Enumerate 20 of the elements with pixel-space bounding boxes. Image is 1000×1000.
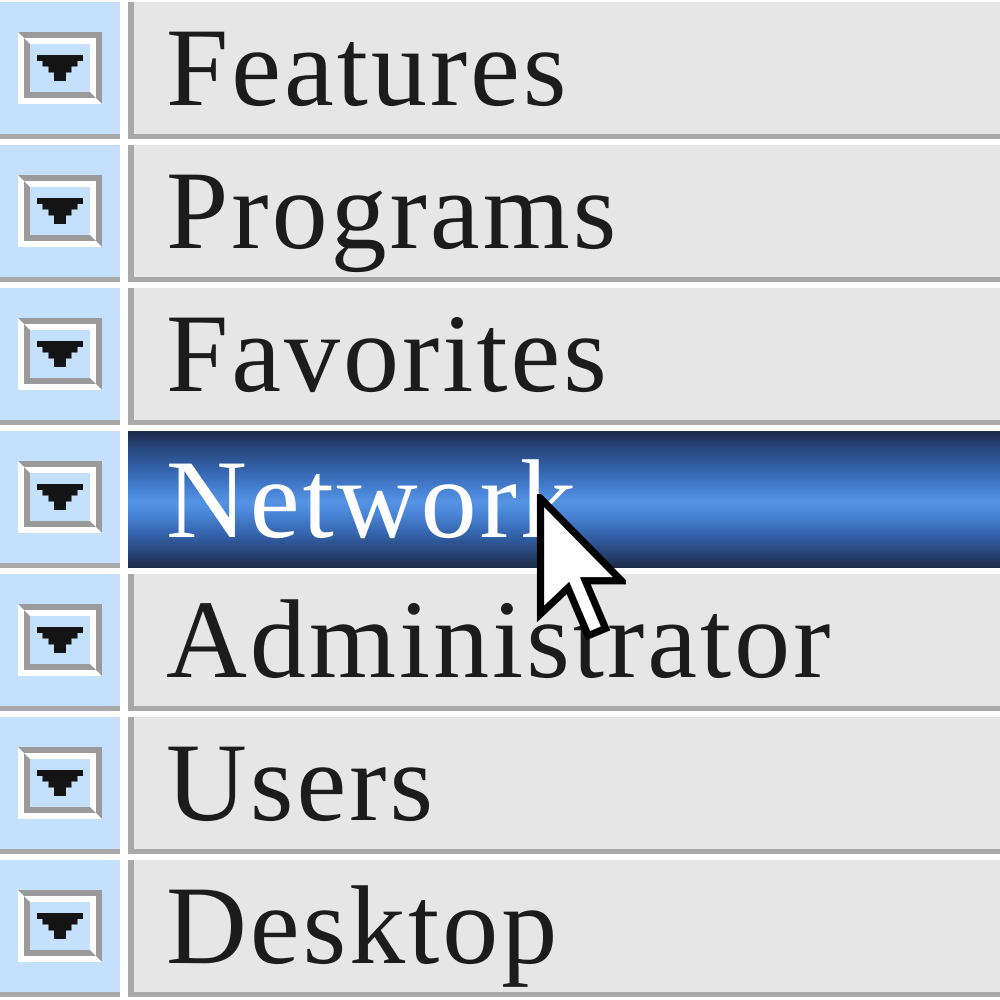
- caret-icon: [36, 484, 84, 510]
- dropdown-button[interactable]: [18, 175, 102, 247]
- menu-item[interactable]: Features: [128, 2, 1000, 139]
- dropdown-button[interactable]: [18, 890, 102, 962]
- menu-item[interactable]: Favorites: [128, 288, 1000, 425]
- dropdown-button[interactable]: [18, 747, 102, 819]
- menu-item[interactable]: Users: [128, 717, 1000, 854]
- dropdown-button[interactable]: [18, 32, 102, 104]
- menu-item[interactable]: Programs: [128, 145, 1000, 282]
- caret-icon: [36, 627, 84, 653]
- menu-item[interactable]: Desktop: [128, 860, 1000, 997]
- caret-icon: [36, 198, 84, 224]
- caret-icon: [36, 770, 84, 796]
- dropdown-button[interactable]: [18, 604, 102, 676]
- caret-icon: [36, 341, 84, 367]
- menu-item[interactable]: Administrator: [128, 574, 1000, 711]
- caret-icon: [36, 913, 84, 939]
- caret-icon: [36, 55, 84, 81]
- dropdown-button[interactable]: [18, 318, 102, 390]
- dropdown-button[interactable]: [18, 461, 102, 533]
